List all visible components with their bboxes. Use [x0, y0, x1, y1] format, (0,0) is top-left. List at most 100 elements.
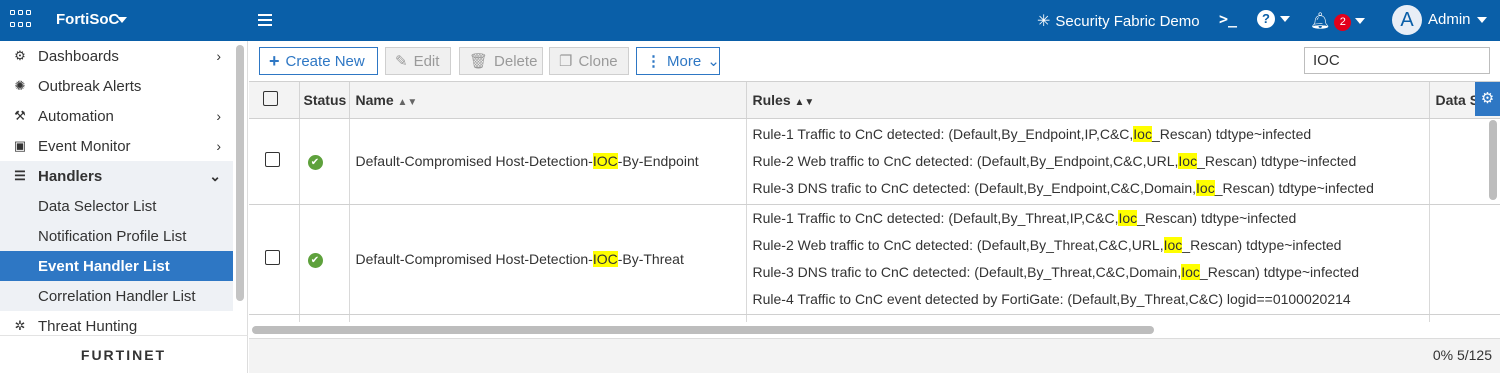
table-footer: 0% 5/125 — [249, 338, 1500, 373]
create-new-button[interactable]: + Create New — [259, 47, 378, 75]
rule-text: _Rescan) tdtype~infected — [1197, 152, 1357, 169]
column-name[interactable]: Name ▲▼ — [349, 82, 747, 119]
sidebar-item-label: Automation — [38, 107, 114, 125]
sidebar-item-dashboards[interactable]: ⚙ Dashboards › — [0, 41, 233, 71]
sort-icon: ▲▼ — [397, 96, 418, 108]
user-menu[interactable]: Admin — [1428, 11, 1487, 28]
sidebar-item-outbreak-alerts[interactable]: ✺ Outbreak Alerts — [0, 71, 233, 101]
sort-icon: ▲▼ — [794, 96, 815, 108]
sidebar-item-automation[interactable]: ⚒ Automation › — [0, 101, 233, 131]
chevron-down-icon — [1355, 17, 1366, 24]
rule-line: Rule-1 Traffic to CnC detected: (Default… — [753, 205, 1429, 232]
search-highlight: Ioc — [1178, 152, 1198, 169]
event-handler-table: Status Name ▲▼ Rules ▲▼ Data S ✔ Default… — [249, 81, 1500, 322]
logo-area: FURTINET — [0, 335, 248, 373]
robot-arm-icon: ⚒ — [14, 108, 26, 123]
rule-text: Rule-1 Traffic to CnC detected: (Default… — [752, 210, 1119, 226]
select-all-checkbox[interactable] — [263, 90, 278, 106]
search-input[interactable] — [1304, 47, 1490, 74]
product-name[interactable]: FortiSoC — [56, 11, 119, 28]
gear-icon[interactable]: ⚙ — [1475, 82, 1500, 116]
sidebar-item-event-handler-list[interactable]: Event Handler List — [0, 251, 233, 281]
clone-button[interactable]: ❐ Clone — [549, 47, 629, 75]
rule-line: Rule-3 DNS trafic to CnC detected: (Defa… — [753, 175, 1429, 202]
column-rules-label: Rules — [752, 91, 791, 108]
table-row[interactable]: ✔ Default-Compromised Host-Detection-IOC… — [249, 118, 1500, 205]
sidebar-item-data-selector-list[interactable]: Data Selector List — [0, 191, 233, 221]
sidebar-scrollbar[interactable] — [236, 45, 244, 301]
toolbar: + Create New ✎ Edit 🗑︎ Delete ❐ Clone ⋮ … — [249, 41, 1500, 81]
cli-console-icon[interactable]: >_ — [1219, 10, 1237, 28]
table-header-row: Status Name ▲▼ Rules ▲▼ Data S — [249, 82, 1500, 119]
more-button[interactable]: ⋮ More ⌄ — [636, 47, 720, 75]
sidebar-item-label: Outbreak Alerts — [38, 77, 142, 95]
chevron-down-icon — [1280, 16, 1290, 22]
rule-line: Rule-2 Web traffic to CnC detected: (Def… — [753, 148, 1429, 175]
row-checkbox[interactable] — [265, 250, 280, 265]
notification-badge: 2 — [1334, 14, 1352, 31]
chevron-down-icon[interactable] — [117, 17, 127, 23]
menu-icon[interactable] — [258, 14, 272, 26]
search-highlight: Ioc — [1118, 210, 1138, 226]
progress-percent: 0% — [1432, 347, 1454, 363]
column-rules[interactable]: Rules ▲▼ — [746, 82, 1430, 119]
rule-text: Rule-2 Web traffic to CnC detected: (Def… — [752, 237, 1164, 253]
more-label: More — [667, 52, 702, 70]
bell-icon: 🔔︎ — [1310, 12, 1331, 30]
dashboard-icon: ⚙ — [14, 48, 26, 63]
sidebar-item-label: Event Handler List — [38, 257, 170, 275]
rule-text: Rule-4 Traffic to CnC event detected by … — [752, 291, 1351, 307]
search-highlight: Ioc — [1196, 179, 1215, 196]
table-row[interactable] — [249, 314, 1500, 322]
search-highlight: IOC — [592, 153, 618, 169]
sidebar-item-label: Notification Profile List — [38, 227, 187, 245]
record-count: 5/125 — [1456, 347, 1492, 363]
rule-text: Rule-1 Traffic to CnC detected: (Default… — [752, 125, 1134, 142]
row-select-cell — [249, 314, 300, 322]
plus-icon: + — [269, 50, 280, 71]
edit-button[interactable]: ✎ Edit — [385, 47, 451, 75]
rule-line: Rule-1 Traffic to CnC detected: (Default… — [753, 121, 1429, 148]
column-status[interactable]: Status — [299, 82, 350, 119]
notifications-button[interactable]: 🔔︎ 2 — [1310, 10, 1366, 31]
security-fabric-button[interactable]: ✳ Security Fabric Demo — [1037, 11, 1200, 31]
search-highlight: IOC — [592, 251, 618, 267]
name-text: Default-Compromised Host-Detection- — [355, 153, 593, 169]
select-all-cell — [249, 82, 300, 119]
table-row[interactable]: ✔ Default-Compromised Host-Detection-IOC… — [249, 204, 1500, 315]
help-icon: ? — [1257, 10, 1275, 28]
row-name-cell[interactable]: Default-Compromised Host-Detection-IOC-B… — [349, 118, 747, 205]
row-select-cell — [249, 204, 300, 315]
horizontal-scrollbar[interactable] — [252, 326, 1154, 334]
sidebar-item-label: Data Selector List — [38, 197, 157, 215]
vertical-scrollbar[interactable] — [1489, 120, 1497, 200]
chevron-down-icon: ⌄ — [707, 53, 720, 70]
sidebar-item-correlation-handler-list[interactable]: Correlation Handler List — [0, 281, 233, 311]
chevron-down-icon — [1476, 16, 1487, 23]
clone-label: Clone — [578, 52, 618, 70]
rule-text: Rule-3 DNS trafic to CnC detected: (Defa… — [752, 264, 1182, 280]
help-button[interactable]: ? — [1257, 10, 1290, 28]
fabric-label: Security Fabric Demo — [1055, 12, 1200, 30]
sidebar-item-label: Handlers — [38, 167, 103, 185]
monitor-icon: ▣ — [13, 138, 27, 153]
sidebar-item-event-monitor[interactable]: ▣ Event Monitor › — [0, 131, 233, 161]
chevron-right-icon: › — [216, 48, 221, 64]
name-text: Default-Compromised Host-Detection- — [355, 251, 593, 267]
check-circle-icon: ✔ — [307, 155, 323, 170]
row-checkbox[interactable] — [265, 152, 280, 167]
sidebar-item-handlers[interactable]: ☰ Handlers ⌄ — [0, 161, 233, 191]
app-grid-icon[interactable] — [10, 10, 32, 30]
sidebar-item-threat-hunting[interactable]: ✲ Threat Hunting — [0, 311, 233, 335]
user-name: Admin — [1428, 11, 1471, 28]
chevron-down-icon: ⌄ — [209, 167, 221, 184]
row-name-cell[interactable]: Default-Compromised Host-Detection-IOC-B… — [349, 204, 747, 315]
sidebar-item-notification-profile-list[interactable]: Notification Profile List — [0, 221, 233, 251]
delete-button[interactable]: 🗑︎ Delete — [459, 47, 543, 75]
avatar[interactable]: A — [1392, 5, 1422, 35]
rule-text: _Rescan) tdtype~infected — [1151, 125, 1312, 142]
trash-icon: 🗑︎ — [469, 53, 489, 70]
sidebar-item-label: Dashboards — [38, 47, 119, 65]
sidebar-item-label: Threat Hunting — [38, 317, 138, 335]
rule-text: _Rescan) tdtype~infected — [1214, 179, 1374, 196]
